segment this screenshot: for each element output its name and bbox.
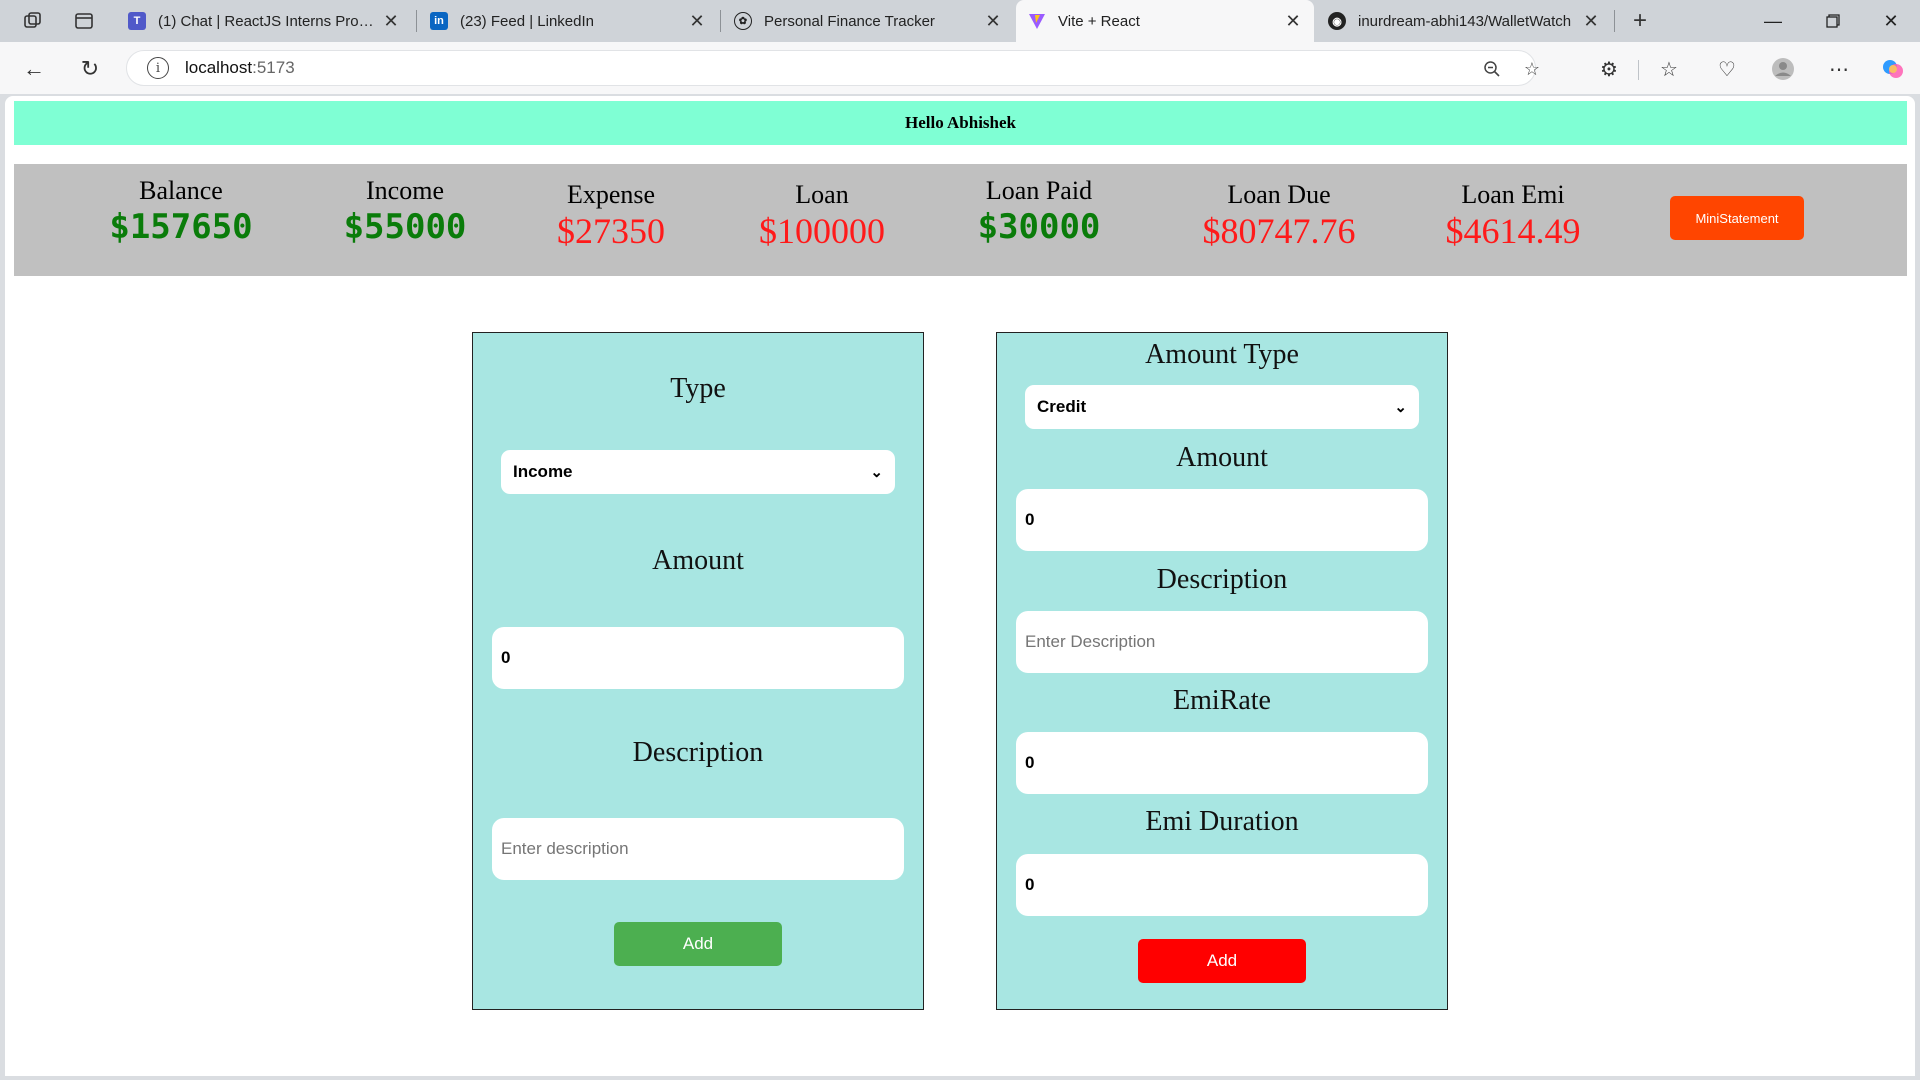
stat-income: Income $55000 (305, 176, 505, 248)
tab-finance-tracker[interactable]: ✿ Personal Finance Tracker ✕ (722, 0, 1014, 42)
emi-duration-input[interactable]: 0 (1016, 854, 1428, 916)
close-icon[interactable]: ✕ (688, 11, 706, 32)
tab-vite-react[interactable]: Vite + React ✕ (1016, 0, 1314, 42)
openai-icon: ✿ (734, 12, 752, 30)
loan-amount-heading: Amount (1176, 442, 1268, 473)
tab-github[interactable]: ◉ inurdream-abhi143/WalletWatch ✕ (1316, 0, 1612, 42)
stat-loan-paid: Loan Paid $30000 (939, 176, 1139, 248)
back-icon[interactable]: ← (18, 53, 50, 85)
chevron-down-icon: ⌄ (870, 464, 883, 481)
stat-balance: Balance $157650 (81, 176, 281, 248)
close-icon[interactable]: ✕ (1284, 11, 1302, 32)
loan-description-heading: Description (1156, 564, 1288, 595)
amount-type-select-value: Credit (1037, 397, 1087, 416)
extensions-icon[interactable]: ⚙ (1594, 54, 1624, 84)
type-heading: Type (670, 373, 726, 404)
stat-label: Loan Paid (985, 176, 1093, 205)
stat-value: $80747.76 (1202, 211, 1356, 251)
stat-loan: Loan $100000 (722, 180, 922, 252)
github-icon: ◉ (1328, 12, 1346, 30)
type-select[interactable]: Income ⌄ (501, 450, 895, 494)
emi-rate-input[interactable]: 0 (1016, 732, 1428, 794)
tab-teams-chat[interactable]: T (1) Chat | ReactJS Interns Progress ✕ (116, 0, 412, 42)
tab-title: Vite + React (1058, 12, 1140, 30)
reload-icon[interactable]: ↻ (74, 53, 106, 85)
teams-icon: T (128, 12, 146, 30)
stat-label: Loan (795, 180, 849, 209)
type-select-value: Income (513, 462, 573, 481)
tab-title: inurdream-abhi143/WalletWatch (1358, 12, 1572, 30)
stat-label: Loan Emi (1461, 180, 1565, 209)
tab-actions-icon[interactable] (70, 7, 98, 35)
close-icon[interactable]: ✕ (1582, 11, 1600, 32)
add-transaction-button[interactable]: Add (614, 922, 782, 966)
address-bar[interactable]: i localhost:5173 ☆ (126, 50, 1540, 86)
emi-rate-heading: EmiRate (1173, 685, 1271, 716)
description-input[interactable]: Enter description (492, 818, 904, 880)
stat-label: Balance (139, 176, 223, 205)
favorites-icon[interactable]: ☆ (1654, 54, 1684, 84)
workspaces-icon[interactable] (19, 7, 47, 35)
stat-label: Loan Due (1227, 180, 1331, 209)
close-icon[interactable]: ✕ (984, 11, 1002, 32)
browser-essentials-icon[interactable]: ♡ (1712, 54, 1742, 84)
loan-amount-input[interactable]: 0 (1016, 489, 1428, 551)
loan-form: Amount Type Credit ⌄ Amount 0 Descriptio… (996, 332, 1448, 1010)
transaction-form: Type Income ⌄ Amount 0 Description Enter… (472, 332, 924, 1010)
zoom-icon[interactable] (1479, 57, 1505, 81)
browser-toolbar: ← ↻ i localhost:5173 ☆ ⚙ ☆ ♡ ⋯ (0, 42, 1920, 94)
new-tab-icon[interactable]: + (1626, 7, 1654, 35)
favorite-star-icon[interactable]: ☆ (1519, 57, 1545, 81)
stat-value: $100000 (759, 211, 885, 251)
emi-duration-heading: Emi Duration (1145, 806, 1299, 837)
copilot-icon[interactable] (1878, 54, 1908, 84)
amount-input[interactable]: 0 (492, 627, 904, 689)
amount-heading: Amount (652, 545, 744, 576)
window-close-icon[interactable]: ✕ (1864, 0, 1918, 42)
stat-value: $157650 (109, 207, 253, 247)
stat-value: $27350 (557, 211, 665, 251)
url-text: localhost:5173 (185, 58, 295, 77)
stat-value: $4614.49 (1445, 211, 1581, 251)
tab-title: Personal Finance Tracker (764, 12, 935, 30)
stat-label: Expense (566, 180, 656, 209)
close-icon[interactable]: ✕ (382, 11, 400, 32)
stat-value: $55000 (343, 207, 467, 247)
stat-expense: Expense $27350 (511, 180, 711, 252)
stat-loan-due: Loan Due $80747.76 (1159, 180, 1399, 252)
vite-icon (1028, 12, 1046, 30)
restore-icon[interactable] (1806, 0, 1860, 42)
mini-statement-button[interactable]: MiniStatement (1670, 196, 1804, 240)
description-heading: Description (632, 737, 764, 768)
amount-type-heading: Amount Type (1145, 339, 1299, 370)
add-loan-button[interactable]: Add (1138, 939, 1306, 983)
tab-title: (23) Feed | LinkedIn (460, 12, 594, 30)
profile-icon[interactable] (1768, 54, 1798, 84)
loan-description-input[interactable]: Enter Description (1016, 611, 1428, 673)
tab-title: (1) Chat | ReactJS Interns Progress (158, 12, 376, 30)
amount-type-select[interactable]: Credit ⌄ (1025, 385, 1419, 429)
more-options-icon[interactable]: ⋯ (1824, 54, 1854, 84)
stat-label: Income (366, 176, 444, 205)
stat-loan-emi: Loan Emi $4614.49 (1403, 180, 1623, 252)
greeting-banner: Hello Abhishek (14, 101, 1907, 145)
browser-tab-bar: T (1) Chat | ReactJS Interns Progress ✕ … (0, 0, 1920, 42)
page-viewport: Hello Abhishek Balance $157650 Income $5… (5, 96, 1915, 1076)
minimize-icon[interactable]: — (1746, 0, 1800, 42)
linkedin-icon: in (430, 12, 448, 30)
stat-value: $30000 (977, 207, 1101, 247)
stats-bar: Balance $157650 Income $55000 Expense $2… (14, 164, 1907, 276)
site-info-icon[interactable]: i (147, 57, 169, 79)
tab-linkedin[interactable]: in (23) Feed | LinkedIn ✕ (418, 0, 718, 42)
chevron-down-icon: ⌄ (1394, 399, 1407, 416)
